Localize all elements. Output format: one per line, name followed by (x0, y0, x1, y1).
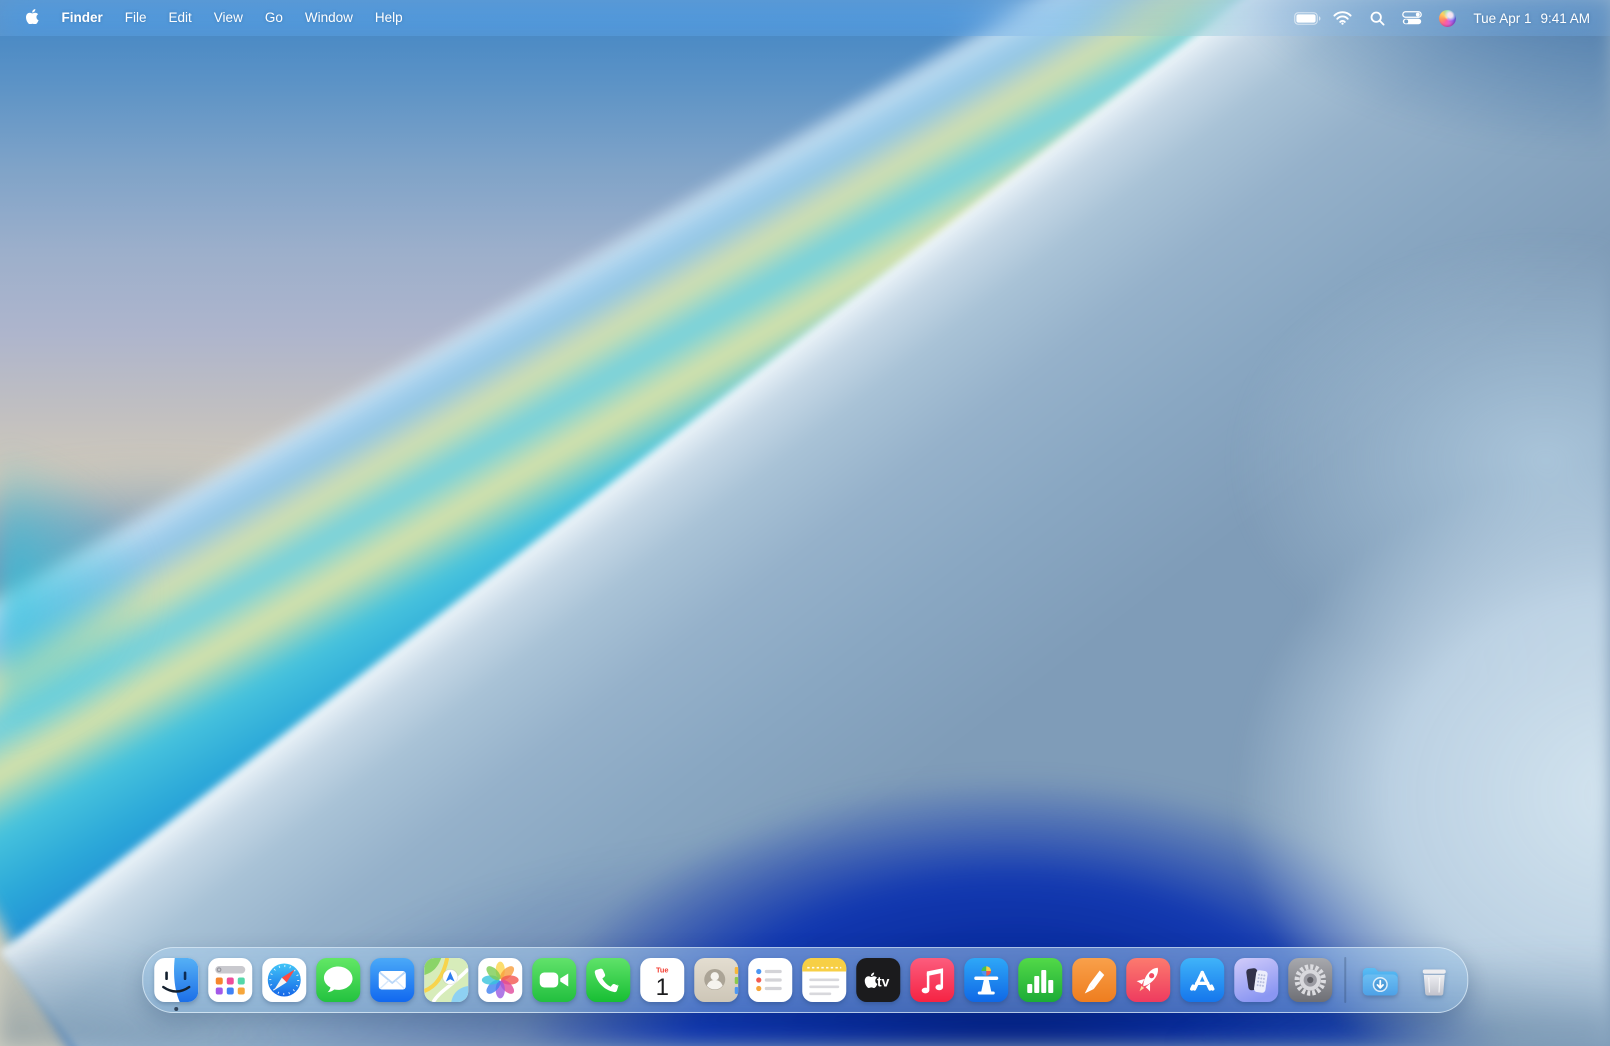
dock-icon-mail[interactable] (369, 957, 415, 1003)
menu-bar: Finder File Edit View Go Window Help Tue Apr 1… (0, 0, 1610, 36)
dock-icon-downloads[interactable] (1357, 957, 1403, 1003)
menu-edit[interactable]: Edit (158, 0, 203, 36)
wifi-icon[interactable] (1328, 6, 1356, 30)
apple-menu[interactable] (14, 8, 51, 27)
screen: Finder File Edit View Go Window Help Tue Apr 1… (0, 0, 1610, 1046)
finder-running-indicator (174, 1007, 179, 1011)
menu-help[interactable]: Help (364, 0, 414, 36)
dock-icon-keynote[interactable] (963, 957, 1009, 1003)
menu-file[interactable]: File (114, 0, 158, 36)
control-center-icon[interactable] (1398, 6, 1426, 30)
clock-date: Tue Apr 1 (1473, 10, 1532, 26)
dock-icon-calendar[interactable]: Tue 1 (639, 957, 685, 1003)
desktop-wallpaper (0, 0, 1610, 1046)
dock-icon-notes[interactable] (801, 957, 847, 1003)
dock: Tue 1 tv (142, 947, 1468, 1013)
dock-icon-music[interactable] (909, 957, 955, 1003)
dock-icon-games[interactable] (1125, 957, 1171, 1003)
menu-bar-status-area: Tue Apr 1 9:41 AM (1293, 6, 1590, 30)
spotlight-search-icon[interactable] (1363, 6, 1391, 30)
menu-view[interactable]: View (203, 0, 254, 36)
dock-icon-tv[interactable]: tv (855, 957, 901, 1003)
clock-time: 9:41 AM (1540, 10, 1590, 26)
dock-icon-numbers[interactable] (1017, 957, 1063, 1003)
dock-icon-photos[interactable] (477, 957, 523, 1003)
menu-bar-clock[interactable]: Tue Apr 1 9:41 AM (1468, 11, 1590, 26)
wallpaper-bottom-shadows (0, 0, 1610, 1046)
apple-logo-icon (26, 8, 39, 27)
dock-icon-facetime[interactable] (531, 957, 577, 1003)
dock-icon-maps[interactable] (423, 957, 469, 1003)
menu-finder[interactable]: Finder (51, 0, 114, 36)
menu-go[interactable]: Go (254, 0, 294, 36)
dock-icon-settings[interactable] (1287, 957, 1333, 1003)
dock-icon-appstore[interactable] (1179, 957, 1225, 1003)
dock-icon-finder[interactable] (153, 957, 199, 1011)
dock-icon-reminders[interactable] (747, 957, 793, 1003)
dock-icon-contacts[interactable] (693, 957, 739, 1003)
battery-icon[interactable] (1293, 6, 1321, 30)
dock-icon-apps[interactable] (207, 957, 253, 1003)
dock-icon-phone[interactable] (585, 957, 631, 1003)
dock-icon-iphone-mirroring[interactable] (1233, 957, 1279, 1003)
dock-icon-messages[interactable] (315, 957, 361, 1003)
dock-icon-pages[interactable] (1071, 957, 1117, 1003)
svg-text:tv: tv (877, 974, 890, 990)
dock-icon-trash[interactable] (1411, 957, 1457, 1003)
dock-icon-safari[interactable] (261, 957, 307, 1003)
menu-bar-left: Finder File Edit View Go Window Help (14, 0, 414, 36)
svg-text:1: 1 (656, 974, 669, 1001)
menu-window[interactable]: Window (294, 0, 364, 36)
siri-icon[interactable] (1433, 6, 1461, 30)
dock-divider (1344, 957, 1346, 1003)
